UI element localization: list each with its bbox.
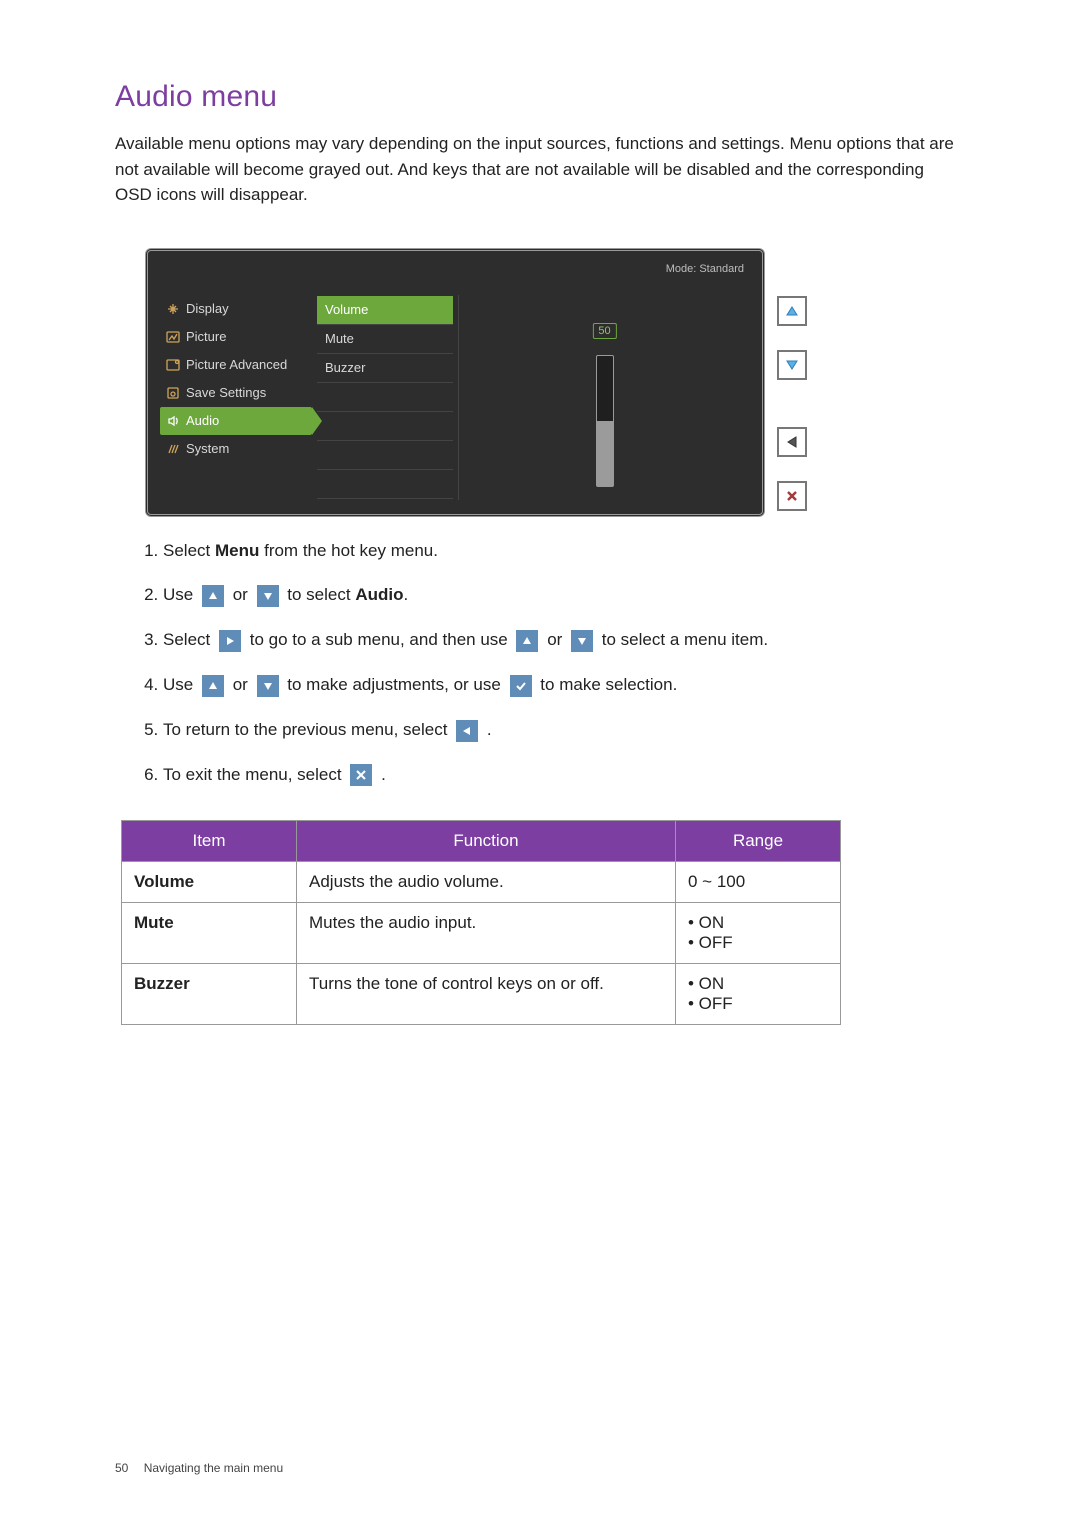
picture-adv-icon [166, 358, 180, 372]
menu-item-picture[interactable]: Picture [160, 323, 312, 351]
page-footer: 50 Navigating the main menu [115, 1461, 283, 1475]
step-1: Select Menu from the hot key menu. [163, 537, 965, 566]
cell-item: Mute [122, 902, 297, 963]
th-item: Item [122, 820, 297, 861]
display-icon [166, 302, 180, 316]
picture-icon [166, 330, 180, 344]
th-function: Function [297, 820, 676, 861]
step-3: Select to go to a sub menu, and then use… [163, 626, 965, 655]
down-arrow-icon [257, 585, 279, 607]
option-label: Volume [325, 302, 368, 317]
step-4: Use or to make adjustments, or use to ma… [163, 671, 965, 700]
osd-mode-label: Mode: Standard [160, 263, 750, 275]
option-label: Buzzer [325, 360, 365, 375]
page-number: 50 [115, 1461, 128, 1475]
menu-item-label: System [186, 441, 229, 456]
menu-item-save-settings[interactable]: Save Settings [160, 379, 312, 407]
menu-item-audio[interactable]: Audio [160, 407, 312, 435]
right-arrow-icon [219, 630, 241, 652]
nav-back-button[interactable] [777, 427, 807, 457]
nav-down-button[interactable] [777, 350, 807, 380]
left-arrow-icon [456, 720, 478, 742]
osd-value-slider[interactable] [596, 355, 614, 487]
osd-screen: Mode: Standard Display Picture [145, 248, 765, 517]
menu-item-label: Save Settings [186, 385, 266, 400]
menu-item-label: Picture Advanced [186, 357, 287, 372]
menu-item-picture-advanced[interactable]: Picture Advanced [160, 351, 312, 379]
check-icon [510, 675, 532, 697]
osd-main-menu: Display Picture Picture Advanced Sa [160, 295, 312, 500]
step-2: Use or to select Audio. [163, 581, 965, 610]
cell-function: Mutes the audio input. [297, 902, 676, 963]
cell-range: 0 ~ 100 [676, 861, 841, 902]
th-range: Range [676, 820, 841, 861]
nav-up-button[interactable] [777, 296, 807, 326]
save-icon [166, 386, 180, 400]
page-heading: Audio menu [115, 80, 965, 114]
menu-item-label: Picture [186, 329, 226, 344]
option-mute[interactable]: Mute [317, 325, 453, 354]
nav-exit-button[interactable] [777, 481, 807, 511]
down-arrow-icon [571, 630, 593, 652]
cell-item: Buzzer [122, 963, 297, 1024]
up-arrow-icon [202, 585, 224, 607]
intro-paragraph: Available menu options may vary dependin… [115, 131, 965, 208]
up-arrow-icon [202, 675, 224, 697]
cell-range: • ON • OFF [676, 963, 841, 1024]
menu-item-system[interactable]: System [160, 435, 312, 463]
step-6: To exit the menu, select . [163, 761, 965, 790]
table-row: Mute Mutes the audio input. • ON • OFF [122, 902, 841, 963]
option-buzzer[interactable]: Buzzer [317, 354, 453, 383]
osd-side-buttons [777, 248, 807, 517]
cell-function: Adjusts the audio volume. [297, 861, 676, 902]
option-label: Mute [325, 331, 354, 346]
table-row: Buzzer Turns the tone of control keys on… [122, 963, 841, 1024]
cell-function: Turns the tone of control keys on or off… [297, 963, 676, 1024]
cell-item: Volume [122, 861, 297, 902]
instruction-list: Select Menu from the hot key menu. Use o… [115, 537, 965, 790]
footer-section: Navigating the main menu [144, 1461, 283, 1475]
up-arrow-icon [516, 630, 538, 652]
step-5: To return to the previous menu, select . [163, 716, 965, 745]
close-x-icon [350, 764, 372, 786]
menu-item-label: Display [186, 301, 229, 316]
down-arrow-icon [257, 675, 279, 697]
settings-table: Item Function Range Volume Adjusts the a… [121, 820, 841, 1025]
option-volume[interactable]: Volume [317, 296, 453, 325]
audio-icon [166, 414, 180, 428]
menu-item-label: Audio [186, 413, 219, 428]
osd-value: 50 [592, 323, 616, 339]
menu-item-display[interactable]: Display [160, 295, 312, 323]
osd-options: Volume Mute Buzzer [316, 295, 454, 500]
cell-range: • ON • OFF [676, 902, 841, 963]
osd-value-panel: 50 [458, 295, 750, 500]
system-icon [166, 442, 180, 456]
table-row: Volume Adjusts the audio volume. 0 ~ 100 [122, 861, 841, 902]
